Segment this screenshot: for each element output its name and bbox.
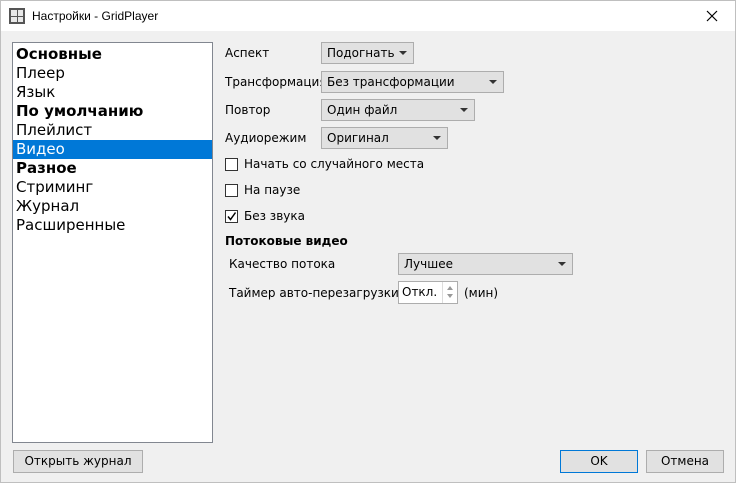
paused-checkbox[interactable] — [225, 184, 238, 197]
app-grid-icon — [9, 8, 25, 24]
stream-quality-select[interactable]: Лучшее — [398, 253, 573, 275]
muted-label[interactable]: Без звука — [244, 209, 305, 223]
category-streaming[interactable]: Стриминг — [13, 178, 212, 197]
repeat-select[interactable]: Один файл — [321, 99, 475, 121]
category-misc[interactable]: Разное — [13, 159, 212, 178]
aspect-value: Подогнать — [327, 46, 395, 60]
reload-timer-unit: (мин) — [464, 286, 499, 300]
open-log-button[interactable]: Открыть журнал — [13, 450, 143, 473]
category-language[interactable]: Язык — [13, 83, 212, 102]
audio-mode-value: Оригинал — [327, 131, 389, 145]
transform-value: Без трансформации — [327, 75, 455, 89]
category-advanced[interactable]: Расширенные — [13, 216, 212, 235]
settings-category-list[interactable]: Основные Плеер Язык По умолчанию Плейлис… — [12, 42, 213, 443]
reload-timer-label: Таймер авто-перезагрузки — [229, 286, 399, 300]
random-start-checkbox[interactable] — [225, 158, 238, 171]
stream-quality-label: Качество потока — [229, 257, 336, 271]
spin-down-icon[interactable] — [447, 294, 453, 298]
category-defaults[interactable]: По умолчанию — [13, 102, 212, 121]
transform-select[interactable]: Без трансформации — [321, 71, 504, 93]
random-start-label[interactable]: Начать со случайного места — [244, 157, 424, 171]
muted-checkbox[interactable] — [225, 210, 238, 223]
close-icon — [706, 10, 718, 22]
spin-up-icon[interactable] — [447, 286, 453, 290]
chevron-down-icon — [558, 262, 566, 266]
audio-mode-select[interactable]: Оригинал — [321, 127, 448, 149]
stream-quality-value: Лучшее — [404, 257, 453, 271]
streams-section-title: Потоковые видео — [225, 234, 348, 248]
repeat-label: Повтор — [225, 103, 271, 117]
reload-timer-spinbox[interactable]: Откл. — [398, 281, 458, 304]
aspect-select[interactable]: Подогнать — [321, 42, 414, 64]
window-title: Настройки - GridPlayer — [32, 9, 159, 23]
chevron-down-icon — [489, 80, 497, 84]
cancel-button[interactable]: Отмена — [646, 450, 724, 473]
repeat-value: Один файл — [327, 103, 398, 117]
ok-button[interactable]: OK — [560, 450, 638, 473]
spin-buttons[interactable] — [442, 282, 457, 303]
settings-dialog: Настройки - GridPlayer Основные Плеер Яз… — [0, 0, 736, 483]
reload-timer-value: Откл. — [402, 285, 438, 299]
paused-label[interactable]: На паузе — [244, 183, 300, 197]
category-player[interactable]: Плеер — [13, 64, 212, 83]
chevron-down-icon — [399, 51, 407, 55]
audio-mode-label: Аудиорежим — [225, 131, 307, 145]
title-bar: Настройки - GridPlayer — [1, 1, 735, 31]
category-log[interactable]: Журнал — [13, 197, 212, 216]
category-basic[interactable]: Основные — [13, 45, 212, 64]
transform-label: Трансформация — [225, 75, 327, 89]
category-playlist[interactable]: Плейлист — [13, 121, 212, 140]
chevron-down-icon — [460, 108, 468, 112]
aspect-label: Аспект — [225, 46, 270, 60]
category-video[interactable]: Видео — [13, 140, 212, 159]
checkmark-icon — [227, 212, 237, 221]
chevron-down-icon — [433, 136, 441, 140]
close-button[interactable] — [689, 1, 735, 31]
